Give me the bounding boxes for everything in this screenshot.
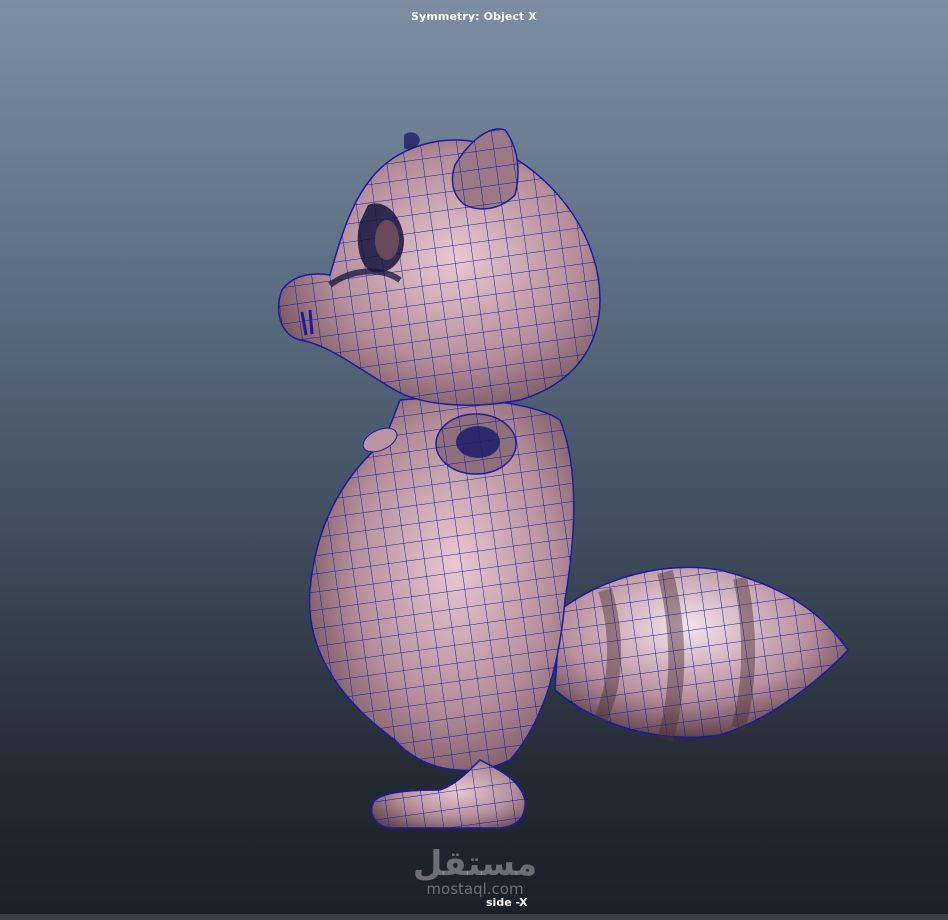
- foot-mesh: [371, 759, 526, 829]
- mostaql-watermark: مستقل mostaql.com: [405, 844, 545, 898]
- raccoon-wireframe-model[interactable]: [0, 0, 948, 920]
- watermark-arabic: مستقل: [412, 844, 538, 884]
- watermark-latin: mostaql.com: [426, 880, 524, 898]
- symmetry-label: Symmetry: Object X: [411, 10, 537, 23]
- viewport-bottom-bar: [0, 914, 948, 920]
- tail-mesh: [554, 566, 849, 743]
- head-mesh: [277, 128, 601, 406]
- camera-label: side -X: [486, 896, 528, 909]
- maya-side-viewport[interactable]: Symmetry: Object X مستقل mostaql.com sid…: [0, 0, 948, 920]
